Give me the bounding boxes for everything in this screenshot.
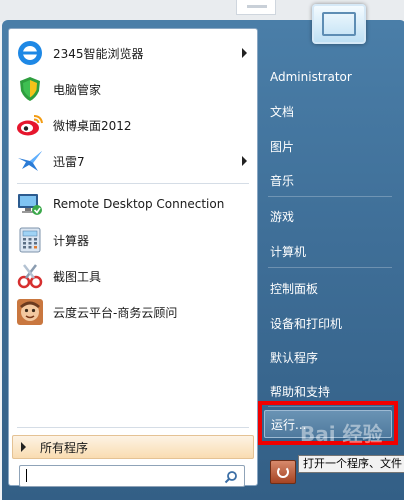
places-item-default-programs[interactable]: 默认程序	[264, 343, 392, 371]
user-picture[interactable]	[312, 4, 366, 44]
desktop-paper-icon	[236, 0, 276, 15]
places-item-user[interactable]: Administrator	[264, 63, 392, 91]
program-label: 云度云平台-商务云顾问	[53, 305, 178, 320]
arrow-right-icon	[21, 442, 26, 452]
program-label: 迅雷7	[53, 154, 85, 169]
program-item-cloud-advisor[interactable]: 云度云平台-商务云顾问	[9, 294, 257, 330]
text-cursor	[26, 469, 27, 482]
run-tooltip: 打开一个程序、文件	[298, 455, 404, 473]
program-item-2345-browser[interactable]: 2345智能浏览器	[9, 35, 257, 71]
places-label: 帮助和支持	[270, 384, 331, 399]
all-programs-label: 所有程序	[40, 440, 89, 455]
calculator-icon	[15, 225, 45, 255]
submenu-arrow-icon[interactable]	[242, 48, 247, 58]
places-label: 图片	[270, 139, 295, 154]
places-item-computer[interactable]: 计算机	[264, 237, 392, 265]
separator	[17, 427, 249, 428]
program-item-remote-desktop[interactable]: Remote Desktop Connection	[9, 186, 257, 222]
places-item-pictures[interactable]: 图片	[264, 132, 392, 160]
remote-desktop-icon	[15, 189, 45, 219]
program-pane: 2345智能浏览器 电脑管家 微博桌面2012 迅雷7 Remote Deskt…	[8, 28, 258, 487]
places-item-devices-printers[interactable]: 设备和打印机	[264, 309, 392, 337]
thunder-bird-icon	[15, 146, 45, 176]
places-label: 设备和打印机	[270, 316, 343, 331]
program-label: 截图工具	[53, 269, 102, 284]
search-box[interactable]	[19, 465, 245, 487]
places-item-games[interactable]: 游戏	[264, 202, 392, 230]
places-label: Administrator	[270, 70, 352, 84]
separator	[17, 183, 249, 184]
places-item-music[interactable]: 音乐	[264, 166, 392, 194]
program-label: 电脑管家	[53, 82, 102, 97]
pc-manager-shield-icon	[15, 74, 45, 104]
places-item-control-panel[interactable]: 控制面板	[264, 274, 392, 302]
program-item-calculator[interactable]: 计算器	[9, 222, 257, 258]
baidu-watermark: Bai 经验	[300, 422, 383, 446]
program-label: 2345智能浏览器	[53, 46, 144, 61]
weibo-icon	[15, 110, 45, 140]
places-label: 控制面板	[270, 281, 319, 296]
program-item-pc-manager[interactable]: 电脑管家	[9, 71, 257, 107]
search-icon[interactable]	[224, 469, 238, 484]
shutdown-icon[interactable]	[270, 460, 296, 484]
places-label: 游戏	[270, 209, 295, 224]
program-label: Remote Desktop Connection	[53, 197, 225, 211]
program-item-thunder[interactable]: 迅雷7	[9, 143, 257, 179]
places-label: 默认程序	[270, 350, 319, 365]
all-programs-button[interactable]: 所有程序	[12, 435, 254, 459]
snipping-tool-icon	[15, 261, 45, 291]
program-label: 微博桌面2012	[53, 118, 132, 133]
places-label: 计算机	[270, 244, 307, 259]
places-label: 音乐	[270, 173, 295, 188]
separator	[268, 267, 392, 268]
separator	[268, 196, 392, 197]
places-label: 文档	[270, 104, 295, 119]
submenu-arrow-icon[interactable]	[242, 156, 247, 166]
cloud-advisor-icon	[15, 297, 45, 327]
program-item-weibo[interactable]: 微博桌面2012	[9, 107, 257, 143]
browser-2345-icon	[15, 38, 45, 68]
program-item-snipping-tool[interactable]: 截图工具	[9, 258, 257, 294]
places-item-documents[interactable]: 文档	[264, 97, 392, 125]
search-input[interactable]	[26, 467, 206, 483]
program-label: 计算器	[53, 233, 90, 248]
